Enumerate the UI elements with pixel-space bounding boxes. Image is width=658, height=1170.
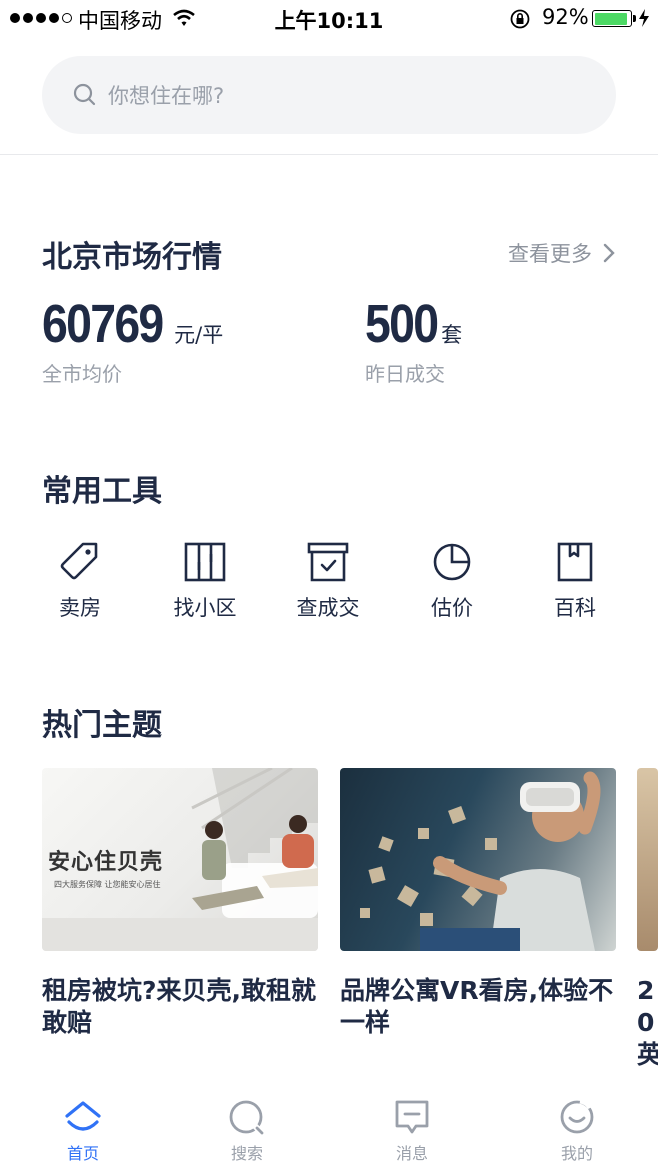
search-icon [73,83,96,106]
profile-icon [560,1098,594,1134]
tab-profile[interactable]: 我的 [532,1098,622,1164]
topic-image: 安心住贝壳 四大服务保障 让您能安心居住 [42,768,318,951]
tab-home[interactable]: 首页 [38,1098,128,1164]
topic-title: 20英 [637,976,658,1069]
tool-label: 找小区 [173,596,237,620]
yesterday-deals-stat[interactable]: 500 套 昨日成交 [365,296,462,387]
tab-label: 搜索 [230,1144,263,1163]
tool-valuation[interactable]: 估价 [397,540,507,622]
topic-card-partial[interactable]: 20英 [637,768,658,1071]
battery-percentage: 92% [542,5,589,29]
battery-icon [592,10,632,27]
tool-label: 百科 [554,596,596,620]
tab-bar: 首页 搜索 消息 我的 [0,1088,658,1170]
view-more-label: 查看更多 [508,242,592,266]
topic-title: 品牌公寓VR看房,体验不一样 [340,976,614,1037]
topic-title: 租房被坑?来贝壳,敢租就敢赔 [42,976,316,1037]
search-input[interactable]: 你想住在哪? [42,56,616,134]
map-icon [184,542,226,582]
topic-card-rental[interactable]: 安心住贝壳 四大服务保障 让您能安心居住 租房被坑?来贝壳,敢租就敢赔 [42,768,318,1039]
divider [0,154,658,155]
archive-icon [307,542,349,582]
topic-image [637,768,658,951]
average-price-unit: 元/平 [174,323,224,347]
tab-label: 我的 [560,1144,593,1163]
tool-label: 卖房 [59,596,101,620]
message-icon [395,1100,429,1134]
average-price-value: 60769 [42,294,164,354]
tab-label: 首页 [66,1144,99,1163]
tab-search[interactable]: 搜索 [202,1098,292,1164]
yesterday-deals-unit: 套 [441,323,463,347]
tool-sell-house[interactable]: 卖房 [25,540,135,622]
book-icon [557,542,593,582]
status-bar: 中国移动 上午10:11 92% [0,0,658,36]
chevron-right-icon [603,243,615,263]
charging-icon [639,9,649,27]
topic-card-vr[interactable]: 品牌公寓VR看房,体验不一样 [340,768,616,1039]
tool-encyclopedia[interactable]: 百科 [520,540,630,622]
search-icon [229,1100,265,1136]
average-price-stat[interactable]: 60769 元/平 全市均价 [42,296,223,387]
topics-section-title: 热门主题 [42,708,162,743]
yesterday-deals-label: 昨日成交 [365,362,445,386]
tab-label: 消息 [395,1144,428,1163]
average-price-label: 全市均价 [42,362,122,386]
home-icon [65,1101,101,1131]
pie-chart-icon [433,543,471,581]
yesterday-deals-value: 500 [365,294,439,354]
tag-icon [60,542,98,580]
tools-section-title: 常用工具 [42,474,162,509]
topic-image-caption: 安心住贝壳 [48,849,164,875]
tool-label: 查成交 [296,596,360,620]
topic-image-subcaption: 四大服务保障 让您能安心居住 [54,880,161,889]
tool-label: 估价 [431,596,473,620]
market-section-title: 北京市场行情 [42,240,222,275]
tool-find-community[interactable]: 找小区 [150,540,260,622]
tab-messages[interactable]: 消息 [367,1098,457,1164]
tool-check-deals[interactable]: 查成交 [273,540,383,622]
search-placeholder: 你想住在哪? [108,84,225,108]
topic-image [340,768,616,951]
view-more-link[interactable]: 查看更多 [508,238,616,268]
rotation-lock-icon [510,9,530,29]
